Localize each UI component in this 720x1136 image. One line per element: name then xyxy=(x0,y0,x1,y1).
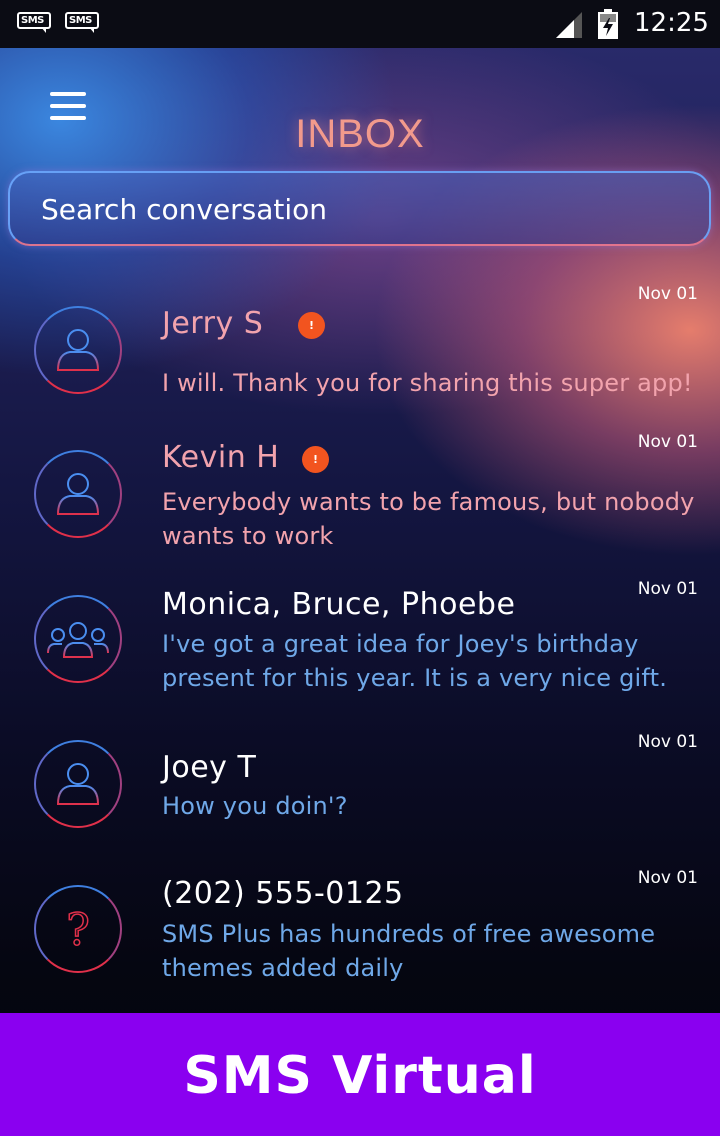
message-date: Nov 01 xyxy=(637,284,698,304)
contact-name: Jerry S xyxy=(162,306,264,341)
contact-name: (202) 555-0125 xyxy=(162,876,404,911)
message-date: Nov 01 xyxy=(637,432,698,452)
unread-badge: ! xyxy=(302,446,329,473)
conversation-item[interactable]: Kevin H ! Nov 01 Everybody wants to be f… xyxy=(0,428,720,563)
avatar xyxy=(34,450,122,538)
person-icon xyxy=(56,763,100,805)
message-preview: How you doin'? xyxy=(162,792,348,820)
avatar xyxy=(34,306,122,394)
status-bar: SMS SMS 12:25 xyxy=(0,0,720,48)
message-date: Nov 01 xyxy=(637,868,698,888)
signal-icon xyxy=(556,12,582,38)
contact-name: Kevin H xyxy=(162,440,280,475)
conversation-item[interactable]: Jerry S ! Nov 01 I will. Thank you for s… xyxy=(0,280,720,410)
unknown-contact-icon: ? xyxy=(65,904,90,957)
group-icon xyxy=(47,622,109,658)
message-date: Nov 01 xyxy=(637,732,698,752)
unread-badge: ! xyxy=(298,312,325,339)
page-title: INBOX xyxy=(295,112,425,156)
message-preview: I've got a great idea for Joey's birthda… xyxy=(162,630,668,692)
avatar xyxy=(34,595,122,683)
sms-notification-icon: SMS xyxy=(17,12,51,34)
avatar xyxy=(34,740,122,828)
sms-notification-icon: SMS xyxy=(65,12,99,34)
contact-name: Joey T xyxy=(162,750,257,785)
conversation-item[interactable]: Joey T Nov 01 How you doin'? xyxy=(0,730,720,850)
banner-label: SMS Virtual xyxy=(183,1046,537,1106)
message-preview: Everybody wants to be famous, but nobody… xyxy=(162,488,695,550)
avatar: ? xyxy=(34,885,122,973)
person-icon xyxy=(56,329,100,371)
conversation-item[interactable]: Monica, Bruce, Phoebe Nov 01 I've got a … xyxy=(0,577,720,707)
svg-text:?: ? xyxy=(66,905,90,956)
promo-banner: SMS Virtual xyxy=(0,1013,720,1136)
contact-name: Monica, Bruce, Phoebe xyxy=(162,587,516,622)
message-preview: SMS Plus has hundreds of free awesome th… xyxy=(162,920,656,982)
status-clock: 12:25 xyxy=(634,8,709,38)
person-icon xyxy=(56,473,100,515)
message-preview: I will. Thank you for sharing this super… xyxy=(162,369,693,397)
message-date: Nov 01 xyxy=(637,579,698,599)
app-screen: SMS SMS 12:25 INBOX Search conversation xyxy=(0,0,720,1136)
search-placeholder: Search conversation xyxy=(41,193,328,226)
conversation-item[interactable]: ? (202) 555-0125 Nov 01 SMS Plus has hun… xyxy=(0,866,720,1001)
battery-charging-icon xyxy=(598,9,618,39)
search-input[interactable]: Search conversation xyxy=(8,171,711,246)
